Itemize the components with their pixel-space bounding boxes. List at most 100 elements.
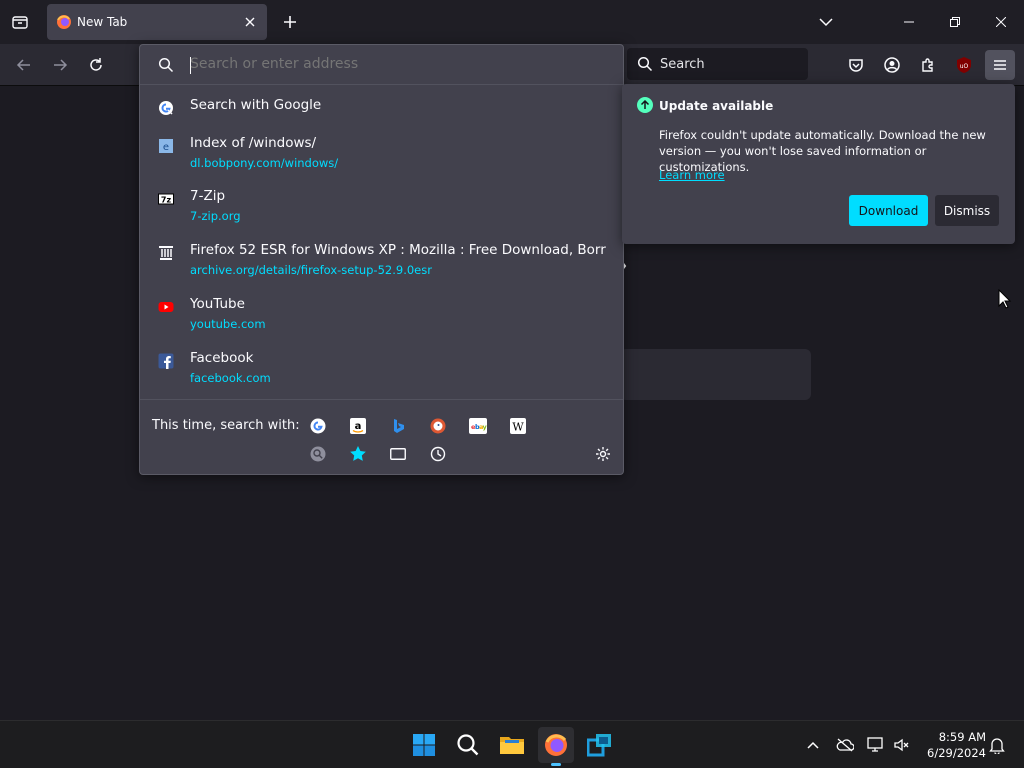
network-tray-button[interactable] [864,733,888,757]
result-facebook[interactable]: Facebook facebook.com [144,350,616,390]
tab-new-tab[interactable]: New Tab [47,4,267,40]
tabs-button[interactable] [386,442,410,466]
search-placeholder: Search [660,57,705,72]
network-icon [867,737,883,752]
engine-duckduckgo-button[interactable] [426,414,450,438]
taskbar-search-button[interactable] [450,727,486,763]
result-title: YouTube [190,296,245,312]
file-explorer-button[interactable] [494,727,530,763]
folder-icon: e [159,139,173,153]
ublock-icon: uO [957,57,971,73]
minimize-icon [904,21,914,23]
engine-wikipedia-button[interactable]: W [506,414,530,438]
search-icon [637,56,653,72]
file-explorer-icon [500,737,524,754]
list-all-tabs-button[interactable] [811,7,841,37]
pocket-button[interactable] [841,50,871,80]
engine-amazon-button[interactable]: a [346,414,370,438]
clock-date: 6/29/2024 [927,746,986,760]
result-7zip[interactable]: 7z 7-Zip 7-zip.org [144,188,616,228]
back-button[interactable] [9,50,39,80]
app-menu-button[interactable] [985,50,1015,80]
restore-button[interactable] [932,0,978,44]
svg-text:y: y [483,423,488,431]
ublock-button[interactable]: uO [949,50,979,80]
svg-text:uO: uO [960,63,969,70]
result-search-google[interactable]: Search with Google [144,97,616,123]
update-title: Update available [659,99,774,113]
archive-icon [159,246,173,260]
search-bar[interactable]: Search [627,48,808,80]
volume-tray-button[interactable] [890,733,914,757]
ebay-icon: ebay [469,418,487,434]
google-icon [159,101,173,115]
search-history-button[interactable] [306,442,330,466]
engine-bing-button[interactable] [386,414,410,438]
firefox-icon [545,734,567,756]
google-icon [310,418,326,434]
result-url: dl.bobpony.com/windows/ [190,156,339,170]
result-title: Firefox 52 ESR for Windows XP : Mozilla … [190,242,606,258]
extensions-button[interactable] [913,50,943,80]
search-icon [457,734,479,756]
tab-list-icon [12,16,28,29]
remote-desktop-icon [587,734,611,757]
result-youtube[interactable]: YouTube youtube.com [144,296,616,336]
engine-ebay-button[interactable]: ebay [466,414,490,438]
result-index-windows[interactable]: e Index of /windows/ dl.bobpony.com/wind… [144,135,616,175]
result-title: Index of /windows/ [190,135,317,151]
duckduckgo-icon [430,418,446,434]
firefox-taskbar-button[interactable] [538,727,574,766]
urlbar-input[interactable] [190,56,570,72]
one-off-search-bar: This time, search with: a ebay W [140,399,623,475]
onedrive-tray-button[interactable] [833,733,857,757]
search-icon [158,57,174,73]
show-hidden-icons-button[interactable] [801,733,825,757]
dismiss-button[interactable]: Dismiss [935,195,999,226]
onedrive-offline-icon [836,738,854,752]
tab-close-button[interactable] [241,13,259,31]
svg-text:W: W [512,421,524,434]
update-available-panel: Update available Firefox couldn't update… [622,84,1015,244]
notifications-button[interactable] [985,733,1009,757]
minimize-button[interactable] [886,0,932,44]
result-title: Search with Google [190,97,322,113]
new-tab-search-box[interactable] [620,349,811,400]
svg-text:7z: 7z [161,196,172,205]
reload-button[interactable] [81,50,111,80]
search-settings-button[interactable] [591,442,615,466]
update-arrow-icon [637,97,653,113]
settings-icon [596,447,610,461]
forward-button[interactable] [45,50,75,80]
clock-time: 8:59 AM [938,730,986,744]
urlbar[interactable] [140,45,623,85]
close-window-button[interactable] [978,0,1024,44]
result-url: 7-zip.org [190,209,241,223]
svg-text:a: a [355,421,362,432]
result-title: Facebook [190,350,254,366]
new-tab-button[interactable] [275,7,305,37]
tab-list-button[interactable] [5,7,35,37]
result-firefox-52-esr[interactable]: Firefox 52 ESR for Windows XP : Mozilla … [144,242,616,282]
history-icon [430,446,446,462]
remote-desktop-button[interactable] [582,727,618,763]
one-off-label: This time, search with: [152,418,300,433]
active-app-indicator [551,763,561,766]
chevron-up-icon [807,741,819,749]
forward-arrow-icon [54,59,68,71]
bookmarks-button[interactable] [346,442,370,466]
start-button[interactable] [406,727,442,763]
menu-icon [994,60,1006,70]
clock[interactable]: 8:59 AM 6/29/2024 [918,729,986,761]
close-icon [996,17,1006,27]
history-button[interactable] [426,442,450,466]
download-button[interactable]: Download [849,195,928,226]
reload-icon [90,58,102,71]
engine-google-button[interactable] [306,414,330,438]
plus-icon [284,16,296,28]
learn-more-link[interactable]: Learn more [659,168,725,182]
chevron-down-icon [819,18,833,27]
tabs-icon [390,448,406,460]
account-button[interactable] [877,50,907,80]
result-url: facebook.com [190,371,271,385]
